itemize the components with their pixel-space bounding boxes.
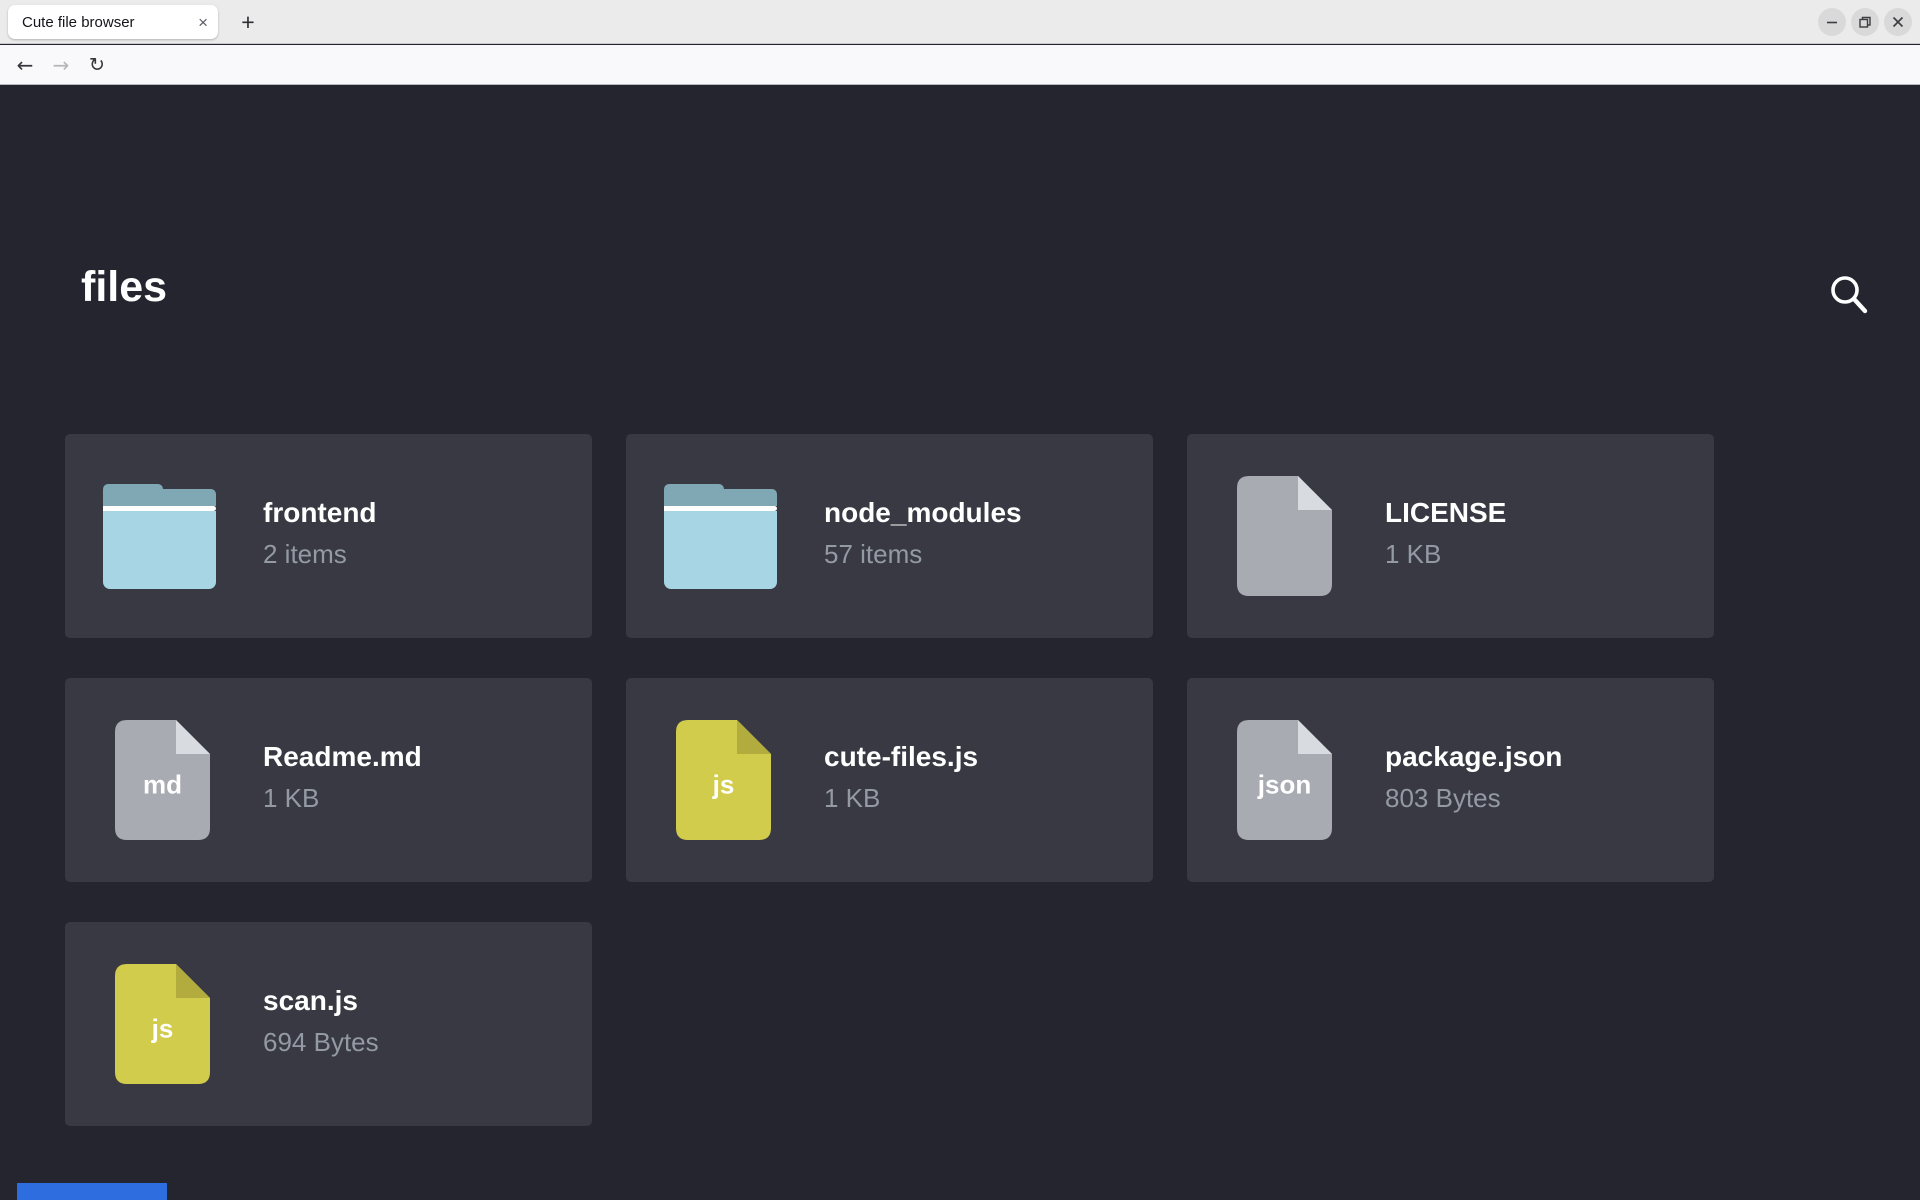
file-size: 2 items bbox=[263, 539, 377, 570]
minimize-button[interactable] bbox=[1818, 8, 1846, 36]
file-size: 57 items bbox=[824, 539, 1022, 570]
file-card[interactable]: frontend 2 items bbox=[65, 434, 592, 638]
search-icon bbox=[1824, 269, 1872, 319]
file-grid: frontend 2 items node_modules 57 items bbox=[65, 434, 1747, 1126]
file-card[interactable]: md Readme.md 1 KB bbox=[65, 678, 592, 882]
maximize-button[interactable] bbox=[1851, 8, 1879, 36]
file-name: node_modules bbox=[824, 497, 1022, 529]
minimize-icon bbox=[1825, 15, 1839, 29]
close-button[interactable] bbox=[1884, 8, 1912, 36]
file-card[interactable]: js cute-files.js 1 KB bbox=[626, 678, 1153, 882]
file-card[interactable]: json package.json 803 Bytes bbox=[1187, 678, 1714, 882]
file-icon bbox=[1237, 476, 1332, 596]
folder-icon bbox=[103, 484, 216, 589]
browser-titlebar: Cute file browser × + bbox=[0, 0, 1920, 44]
tab-close-button[interactable]: × bbox=[190, 14, 208, 31]
file-name: Readme.md bbox=[263, 741, 422, 773]
file-type-badge: md bbox=[115, 769, 210, 800]
file-type-badge: js bbox=[676, 769, 771, 800]
file-type-badge: json bbox=[1237, 769, 1332, 800]
folder-icon bbox=[664, 484, 777, 589]
browser-tab[interactable]: Cute file browser × bbox=[8, 5, 218, 39]
file-type-badge: js bbox=[115, 1013, 210, 1044]
file-name: frontend bbox=[263, 497, 377, 529]
close-icon bbox=[1891, 15, 1905, 29]
new-tab-button[interactable]: + bbox=[234, 0, 262, 44]
page-content: files frontend 2 items bbox=[0, 85, 1920, 1200]
file-card[interactable]: LICENSE 1 KB bbox=[1187, 434, 1714, 638]
file-size: 1 KB bbox=[1385, 539, 1506, 570]
file-icon: json bbox=[1237, 720, 1332, 840]
back-button[interactable]: ← bbox=[8, 45, 42, 85]
page-title: files bbox=[81, 263, 167, 312]
file-size: 1 KB bbox=[263, 783, 422, 814]
file-name: scan.js bbox=[263, 985, 379, 1017]
file-icon: js bbox=[115, 964, 210, 1084]
tab-title: Cute file browser bbox=[22, 14, 190, 31]
file-name: LICENSE bbox=[1385, 497, 1506, 529]
file-size: 694 Bytes bbox=[263, 1027, 379, 1058]
file-icon: md bbox=[115, 720, 210, 840]
file-icon: js bbox=[676, 720, 771, 840]
file-name: package.json bbox=[1385, 741, 1562, 773]
file-card[interactable]: node_modules 57 items bbox=[626, 434, 1153, 638]
file-size: 1 KB bbox=[824, 783, 978, 814]
file-card[interactable]: js scan.js 694 Bytes bbox=[65, 922, 592, 1126]
reload-button[interactable]: ↻ bbox=[80, 45, 114, 85]
browser-toolbar: ← → ↻ bbox=[0, 45, 1920, 85]
file-size: 803 Bytes bbox=[1385, 783, 1562, 814]
forward-button: → bbox=[44, 45, 78, 85]
bottom-blue-bar bbox=[17, 1183, 167, 1200]
restore-icon bbox=[1858, 15, 1872, 29]
search-button[interactable] bbox=[1824, 269, 1872, 319]
file-name: cute-files.js bbox=[824, 741, 978, 773]
